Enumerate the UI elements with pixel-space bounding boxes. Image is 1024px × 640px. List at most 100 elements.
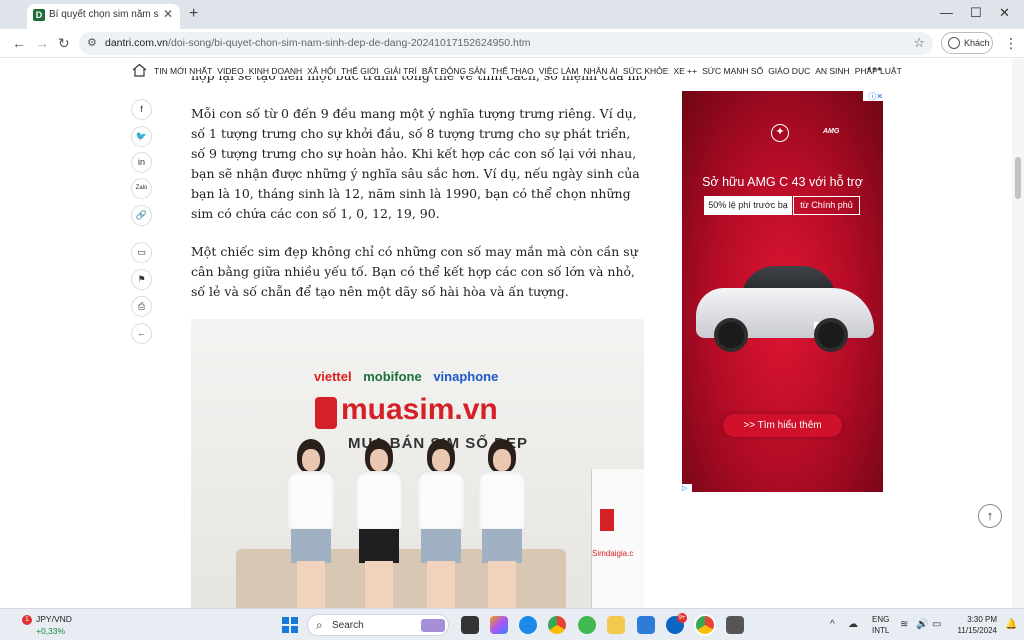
site-nav-item[interactable]: TIN MỚI NHẤT <box>154 66 212 76</box>
person <box>474 439 530 608</box>
site-nav-item[interactable]: SỨC KHỎE <box>623 66 669 76</box>
back-arrow-icon[interactable]: ← <box>131 323 152 344</box>
widget-badge: 1 <box>22 615 32 625</box>
scrollbar-thumb[interactable] <box>1015 157 1021 199</box>
edge-icon[interactable] <box>519 616 537 634</box>
onedrive-icon[interactable]: ☁ <box>848 619 858 630</box>
search-icon: ⌕ <box>316 618 323 632</box>
input-language[interactable]: ENG INTL <box>872 614 889 636</box>
site-nav-item[interactable]: VIDEO <box>217 66 243 76</box>
article-photo[interactable]: viettel mobifone vinaphone muasim.vn MUA… <box>191 319 644 608</box>
taskbar-search[interactable]: ⌕ Search <box>307 614 449 636</box>
site-nav-item[interactable]: THẾ GIỚI <box>341 66 379 76</box>
browser-tab-bar: D Bí quyết chọn sim năm sinh đẹp ✕ + — ☐… <box>0 0 1024 29</box>
muasim-logo-icon <box>315 397 337 429</box>
browser-tab[interactable]: D Bí quyết chọn sim năm sinh đẹp ✕ <box>27 4 180 29</box>
carrier-logos: viettel mobifone vinaphone <box>314 369 498 384</box>
notification-badge: 9+ <box>677 613 687 623</box>
reload-icon[interactable]: ↻ <box>58 35 70 52</box>
new-tab-icon[interactable]: + <box>189 5 198 23</box>
bookmark-star-icon[interactable]: ☆ <box>913 35 925 51</box>
site-nav-item[interactable]: GIÁO DỤC <box>768 66 810 76</box>
file-explorer-icon[interactable] <box>607 616 625 634</box>
maximize-icon[interactable]: ☐ <box>970 5 982 21</box>
windows-start-icon[interactable] <box>282 617 298 633</box>
currency-change: +0,33% <box>36 626 66 636</box>
ad-offer-left: 50% lệ phí trước bạ <box>704 196 792 215</box>
person <box>283 439 339 608</box>
zalo-share-icon[interactable]: Zalo <box>131 178 152 199</box>
site-nav-item[interactable]: BẤT ĐỘNG SẢN <box>422 66 486 76</box>
windows-taskbar: 1 JPY/VND +0,33% ⌕ Search 9+ ^ ☁ ENG INTL… <box>0 608 1024 640</box>
car-image <box>696 266 874 356</box>
linkedin-share-icon[interactable]: in <box>131 152 152 173</box>
mercedes-logo-icon: ✦ <box>771 124 789 142</box>
chrome-icon[interactable] <box>548 616 566 634</box>
facebook-share-icon[interactable]: f <box>131 99 152 120</box>
site-nav-item[interactable]: XÃ HỘI <box>307 66 336 76</box>
ad-headline: Sở hữu AMG C 43 với hỗ trợ <box>702 175 863 189</box>
site-nav-item[interactable]: GIẢI TRÍ <box>384 66 417 76</box>
ad-close-icon[interactable]: ⓘ✕ <box>863 91 883 101</box>
viettel-logo: viettel <box>314 369 352 384</box>
scroll-to-top-button[interactable]: ↑ <box>978 504 1002 528</box>
tab-title: Bí quyết chọn sim năm sinh đẹp <box>49 9 159 20</box>
reception-desk: Simdaigia.c <box>591 469 644 608</box>
url-text: dantri.com.vn/doi-song/bi-quyet-chon-sim… <box>105 37 531 49</box>
site-nav-item[interactable]: NHÂN ÁI <box>583 66 617 76</box>
more-menu-icon[interactable]: ••• <box>867 62 883 76</box>
desk-text: Simdaigia.c <box>592 549 634 558</box>
copy-link-icon[interactable]: 🔗 <box>131 205 152 226</box>
site-favicon-icon: D <box>33 9 45 21</box>
notification-bell-icon[interactable]: 🔔 <box>1005 619 1017 630</box>
profile-label: Khách <box>964 38 990 48</box>
search-label: Search <box>332 620 364 631</box>
home-icon[interactable] <box>132 63 147 77</box>
battery-icon[interactable]: ▭ <box>932 619 941 630</box>
desk-logo-icon <box>600 509 614 531</box>
snipping-tool-icon[interactable] <box>726 616 744 634</box>
person <box>351 439 407 608</box>
currency-pair[interactable]: JPY/VND <box>36 614 72 624</box>
back-icon[interactable]: ← <box>12 35 26 51</box>
advertisement[interactable]: ⓘ✕ ✦ AMG Sở hữu AMG C 43 với hỗ trợ 50% … <box>682 91 883 492</box>
tray-chevron-icon[interactable]: ^ <box>830 619 835 630</box>
site-nav-item[interactable]: SỨC MẠNH SỐ <box>702 66 763 76</box>
tab-close-icon[interactable]: ✕ <box>163 7 173 21</box>
mail-icon[interactable] <box>637 616 655 634</box>
site-nav-item[interactable]: THỂ THAO <box>491 66 534 76</box>
profile-avatar-icon <box>948 37 960 49</box>
minimize-icon[interactable]: — <box>940 5 953 20</box>
forward-icon[interactable]: → <box>35 35 49 51</box>
site-nav-item[interactable]: VIỆC LÀM <box>539 66 579 76</box>
task-view-icon[interactable] <box>461 616 479 634</box>
ad-cta-button[interactable]: >> Tìm hiểu thêm <box>723 414 842 437</box>
article-cut-line: hợp lại sẽ tạo nên một bức tranh tổng th… <box>191 76 646 86</box>
wifi-icon[interactable]: ≋ <box>900 619 908 630</box>
site-nav-items: TIN MỚI NHẤT VIDEO KINH DOANH XÃ HỘI THẾ GIỚ… <box>154 66 907 76</box>
profile-button[interactable]: Khách <box>941 32 993 54</box>
coccoc-icon[interactable] <box>578 616 596 634</box>
chrome-active-icon[interactable] <box>696 616 714 634</box>
site-info-icon[interactable]: ⚙ <box>87 36 97 49</box>
vinaphone-logo: vinaphone <box>433 369 499 384</box>
volume-icon[interactable]: 🔊 <box>916 619 928 630</box>
copilot-icon[interactable] <box>490 616 508 634</box>
window-close-icon[interactable]: ✕ <box>999 5 1010 21</box>
site-nav-item[interactable]: AN SINH <box>815 66 849 76</box>
address-bar[interactable]: ⚙ dantri.com.vn/doi-song/bi-quyet-chon-s… <box>79 32 933 55</box>
page-scrollbar[interactable] <box>1012 59 1024 608</box>
system-clock[interactable]: 3:30 PM 11/15/2024 <box>951 614 997 636</box>
comment-icon[interactable]: ▭ <box>131 242 152 263</box>
browser-menu-icon[interactable]: ⋮ <box>1004 35 1018 52</box>
adchoices-icon[interactable]: ▷ <box>682 484 692 493</box>
print-icon[interactable]: ⎙ <box>131 296 152 317</box>
article-body: hợp lại sẽ tạo nên một bức tranh tổng th… <box>191 76 646 302</box>
site-nav-item[interactable]: XE ++ <box>673 66 697 76</box>
site-nav-item[interactable]: KINH DOANH <box>249 66 302 76</box>
person <box>413 439 469 608</box>
browser-toolbar: ← → ↻ ⚙ dantri.com.vn/doi-song/bi-quyet-… <box>0 29 1024 58</box>
twitter-share-icon[interactable]: 🐦 <box>131 126 152 147</box>
article-paragraph: Một chiếc sim đẹp không chỉ có những con… <box>191 244 638 299</box>
bookmark-icon[interactable]: ⚑ <box>131 269 152 290</box>
